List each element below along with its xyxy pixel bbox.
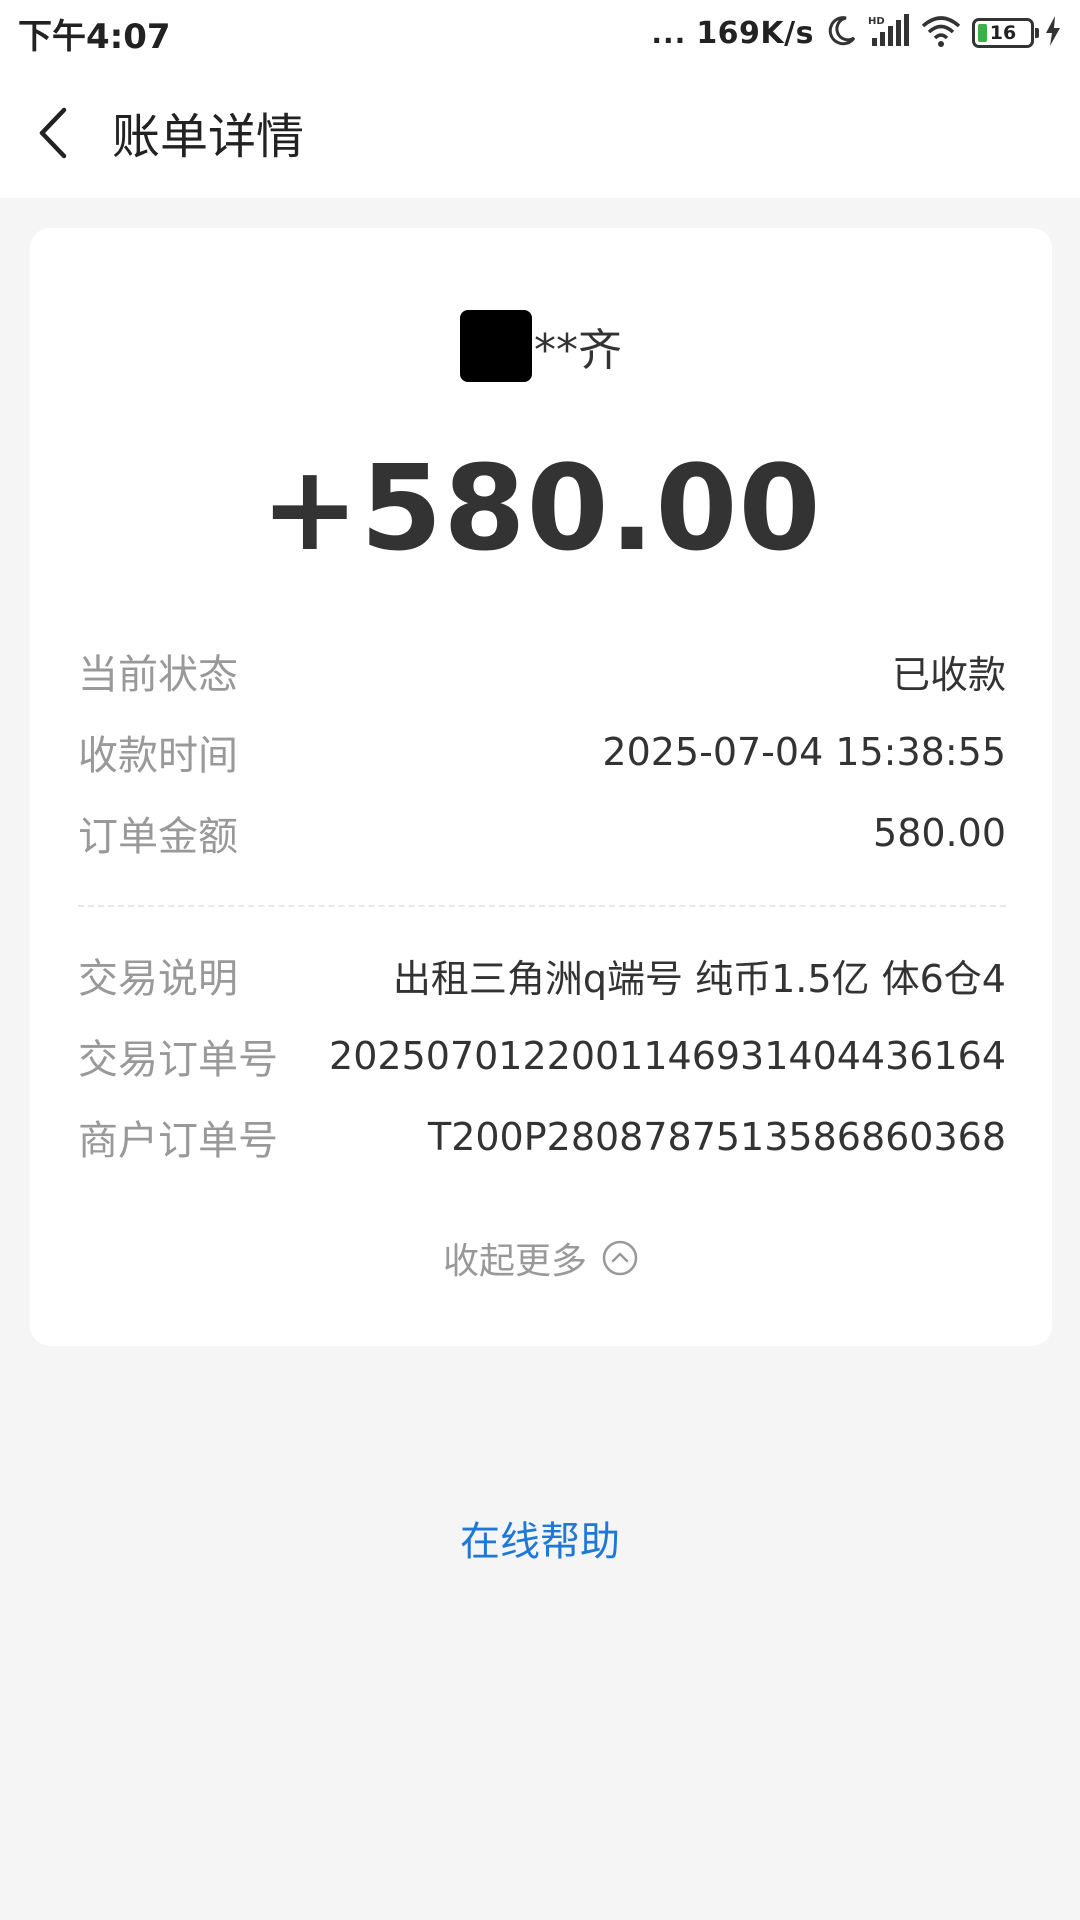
dashed-divider xyxy=(78,905,1006,907)
detail-value: 出租三角洲q端号 纯币1.5亿 体6仓4 xyxy=(392,956,1006,1001)
detail-label: 交易订单号 xyxy=(78,1037,278,1083)
collapse-more-button[interactable]: 收起更多 xyxy=(30,1228,1052,1288)
detail-value: 580.00 xyxy=(873,811,1006,855)
detail-value: 已收款 xyxy=(891,652,1006,697)
status-bar: 下午4:07 ... 169K/s HD 16 xyxy=(0,0,1080,66)
notification-dots: ... xyxy=(651,16,687,50)
detail-row-amount: 订单金额 580.00 xyxy=(78,803,1006,863)
moon-icon xyxy=(824,14,858,52)
svg-text:HD: HD xyxy=(868,16,885,27)
battery-icon: 16 xyxy=(972,18,1039,48)
status-icons: ... 169K/s HD 16 xyxy=(651,14,1062,52)
detail-label: 当前状态 xyxy=(78,652,238,698)
transaction-amount: +580.00 xyxy=(260,439,822,577)
detail-row-merchant-id: 商户订单号 T200P2808787513586860368 xyxy=(78,1107,1006,1167)
payer-name: **齐 xyxy=(534,325,622,376)
status-time: 下午4:07 xyxy=(18,16,171,57)
detail-value: 2025-07-04 15:38:55 xyxy=(602,730,1006,774)
chevron-left-icon xyxy=(39,107,67,159)
chevron-up-circle-icon xyxy=(602,1240,638,1276)
collapse-more-label: 收起更多 xyxy=(442,1241,587,1282)
bill-detail-card: **齐 +580.00 当前状态 已收款 收款时间 2025-07-04 15:… xyxy=(30,228,1052,1346)
online-help-link[interactable]: 在线帮助 xyxy=(0,1512,1080,1572)
payer-avatar-redacted xyxy=(460,310,532,382)
detail-value[interactable]: 2025070122001146931404436164 xyxy=(329,1034,1006,1078)
network-speed: 169K/s xyxy=(696,15,814,51)
signal-icon: HD xyxy=(868,14,910,52)
payer-info: **齐 xyxy=(30,308,1052,384)
wifi-icon xyxy=(920,14,962,52)
page-title: 账单详情 xyxy=(112,109,305,165)
detail-label: 收款时间 xyxy=(78,733,238,779)
detail-value[interactable]: T200P2808787513586860368 xyxy=(428,1115,1006,1159)
back-button[interactable] xyxy=(20,66,110,198)
detail-row-time: 收款时间 2025-07-04 15:38:55 xyxy=(78,722,1006,782)
detail-label: 交易说明 xyxy=(78,956,238,1002)
detail-label: 订单金额 xyxy=(78,814,238,860)
detail-row-status: 当前状态 已收款 xyxy=(78,641,1006,701)
detail-row-description: 交易说明 出租三角洲q端号 纯币1.5亿 体6仓4 xyxy=(78,945,1006,1005)
detail-row-transaction-id: 交易订单号 2025070122001146931404436164 xyxy=(78,1026,1006,1086)
battery-level: 16 xyxy=(989,22,1017,44)
detail-label: 商户订单号 xyxy=(78,1118,278,1164)
app-header: 账单详情 xyxy=(0,66,1080,198)
charging-icon xyxy=(1044,16,1062,50)
